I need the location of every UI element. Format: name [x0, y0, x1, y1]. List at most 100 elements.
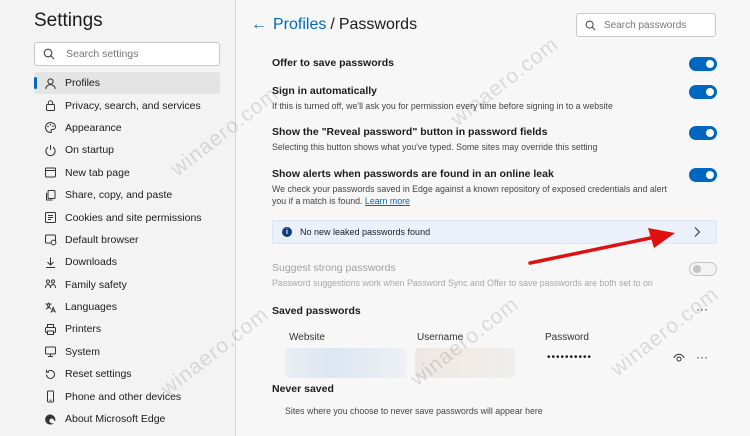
edge-icon	[44, 413, 57, 426]
sidebar-item-label: Languages	[65, 301, 117, 314]
info-icon: i	[282, 227, 292, 237]
system-icon	[44, 345, 57, 358]
page-title-text: Passwords	[338, 16, 418, 33]
cookies-icon	[44, 211, 57, 224]
chevron-right-icon[interactable]	[692, 226, 702, 238]
reveal-button-desc: Selecting this button shows what you've …	[272, 142, 598, 152]
sidebar-item-label: Downloads	[65, 256, 117, 269]
sidebar-item-label: Phone and other devices	[65, 390, 182, 403]
sidebar-item-label: New tab page	[65, 166, 130, 179]
sidebar-item-label: Appearance	[65, 121, 122, 134]
sidebar-item-cookies[interactable]: Cookies and site permissions	[34, 206, 220, 228]
suggest-strong-setting: Suggest strong passwords Password sugges…	[272, 262, 717, 290]
settings-sidebar: Settings Profiles Privacy, search, and s…	[0, 0, 236, 436]
family-icon	[44, 278, 57, 291]
row-more-button[interactable]: ···	[696, 350, 708, 364]
sidebar-item-label: Share, copy, and paste	[65, 189, 173, 202]
power-icon	[44, 144, 57, 157]
sidebar-item-profiles[interactable]: Profiles	[34, 72, 220, 95]
sidebar-item-label: Profiles	[65, 77, 101, 90]
sidebar-item-label: Cookies and site permissions	[65, 211, 202, 224]
passwords-page: ← Profiles/Passwords Offer to save passw…	[237, 0, 750, 436]
sidebar-item-label: Family safety	[65, 278, 127, 291]
learn-more-link[interactable]: Learn more	[365, 196, 410, 206]
offer-save-label: Offer to save passwords	[272, 57, 394, 69]
sidebar-item-label: On startup	[65, 144, 115, 157]
password-masked: ••••••••••	[547, 352, 593, 363]
reveal-button-toggle[interactable]	[689, 126, 717, 140]
printer-icon	[44, 323, 57, 336]
download-icon	[44, 256, 57, 269]
leak-alerts-toggle[interactable]	[689, 168, 717, 182]
never-saved-desc: Sites where you choose to never save pas…	[285, 406, 543, 416]
page-title: Profiles / Passwords	[273, 16, 417, 34]
lock-icon	[44, 99, 57, 112]
sidebar-item-reset-settings[interactable]: Reset settings	[34, 363, 220, 385]
settings-nav: Profiles Privacy, search, and services A…	[34, 72, 220, 430]
sidebar-item-label: Reset settings	[65, 368, 132, 381]
sidebar-item-default-browser[interactable]: Default browser	[34, 229, 220, 251]
sidebar-item-family-safety[interactable]: Family safety	[34, 274, 220, 296]
sidebar-item-system[interactable]: System	[34, 341, 220, 363]
sign-in-auto-setting: Sign in automatically If this is turned …	[272, 85, 717, 113]
sidebar-item-languages[interactable]: Languages	[34, 296, 220, 318]
saved-passwords-title: Saved passwords	[272, 305, 361, 317]
saved-passwords-more-button[interactable]: ···	[696, 302, 708, 316]
eye-icon[interactable]	[673, 353, 685, 363]
reveal-button-label: Show the "Reveal password" button in pas…	[272, 126, 548, 138]
sidebar-item-about-edge[interactable]: About Microsoft Edge	[34, 408, 220, 430]
appearance-icon	[44, 121, 57, 134]
sidebar-item-label: System	[65, 345, 101, 358]
breadcrumb-separator: /	[330, 16, 335, 33]
leak-alerts-desc: We check your passwords saved in Edge ag…	[272, 184, 672, 207]
sidebar-item-on-startup[interactable]: On startup	[34, 139, 220, 161]
leak-alerts-desc-text: We check your passwords saved in Edge ag…	[272, 184, 667, 206]
column-username[interactable]: Username	[417, 332, 463, 343]
breadcrumb-profiles[interactable]: Profiles	[273, 16, 326, 33]
profile-icon	[44, 77, 57, 90]
search-icon	[43, 48, 55, 60]
leak-status-banner[interactable]: i No new leaked passwords found	[272, 220, 717, 244]
sidebar-item-downloads[interactable]: Downloads	[34, 251, 220, 273]
sidebar-item-printers[interactable]: Printers	[34, 318, 220, 340]
reset-icon	[44, 368, 57, 381]
suggest-strong-desc: Password suggestions work when Password …	[272, 278, 653, 288]
sidebar-title: Settings	[34, 10, 103, 31]
suggest-strong-toggle[interactable]	[689, 262, 717, 276]
languages-icon	[44, 301, 57, 314]
sign-in-auto-desc: If this is turned off, we'll ask you for…	[272, 101, 613, 111]
sidebar-item-share[interactable]: Share, copy, and paste	[34, 184, 220, 206]
phone-icon	[44, 390, 57, 403]
reveal-button-setting: Show the "Reveal password" button in pas…	[272, 126, 717, 154]
sidebar-item-new-tab-page[interactable]: New tab page	[34, 162, 220, 184]
sidebar-item-appearance[interactable]: Appearance	[34, 117, 220, 139]
default-browser-icon	[44, 233, 57, 246]
offer-save-setting: Offer to save passwords	[272, 57, 717, 71]
offer-save-toggle[interactable]	[689, 57, 717, 71]
sidebar-item-label: Privacy, search, and services	[65, 99, 201, 112]
suggest-strong-label: Suggest strong passwords	[272, 262, 396, 274]
sidebar-item-privacy[interactable]: Privacy, search, and services	[34, 94, 220, 116]
website-cell-blurred	[285, 348, 407, 378]
leak-alerts-label: Show alerts when passwords are found in …	[272, 168, 554, 180]
leak-status-text: No new leaked passwords found	[300, 227, 431, 237]
username-cell-blurred	[415, 348, 515, 378]
password-search-box[interactable]	[576, 13, 716, 37]
sidebar-item-label: About Microsoft Edge	[65, 413, 166, 426]
settings-search-input[interactable]	[66, 48, 216, 60]
never-saved-title: Never saved	[272, 383, 334, 395]
search-icon	[585, 20, 596, 30]
sign-in-auto-label: Sign in automatically	[272, 85, 378, 97]
column-website[interactable]: Website	[289, 332, 325, 343]
new-tab-icon	[44, 166, 57, 179]
sidebar-item-label: Printers	[65, 323, 102, 336]
sign-in-auto-toggle[interactable]	[689, 85, 717, 99]
password-search-input[interactable]	[604, 19, 714, 31]
back-arrow-icon[interactable]: ←	[251, 16, 267, 34]
sidebar-item-label: Default browser	[65, 233, 139, 246]
sidebar-item-phone-devices[interactable]: Phone and other devices	[34, 385, 220, 407]
settings-search-box[interactable]	[34, 42, 220, 66]
share-icon	[44, 189, 57, 202]
leak-alerts-setting: Show alerts when passwords are found in …	[272, 168, 717, 207]
column-password[interactable]: Password	[545, 332, 589, 343]
